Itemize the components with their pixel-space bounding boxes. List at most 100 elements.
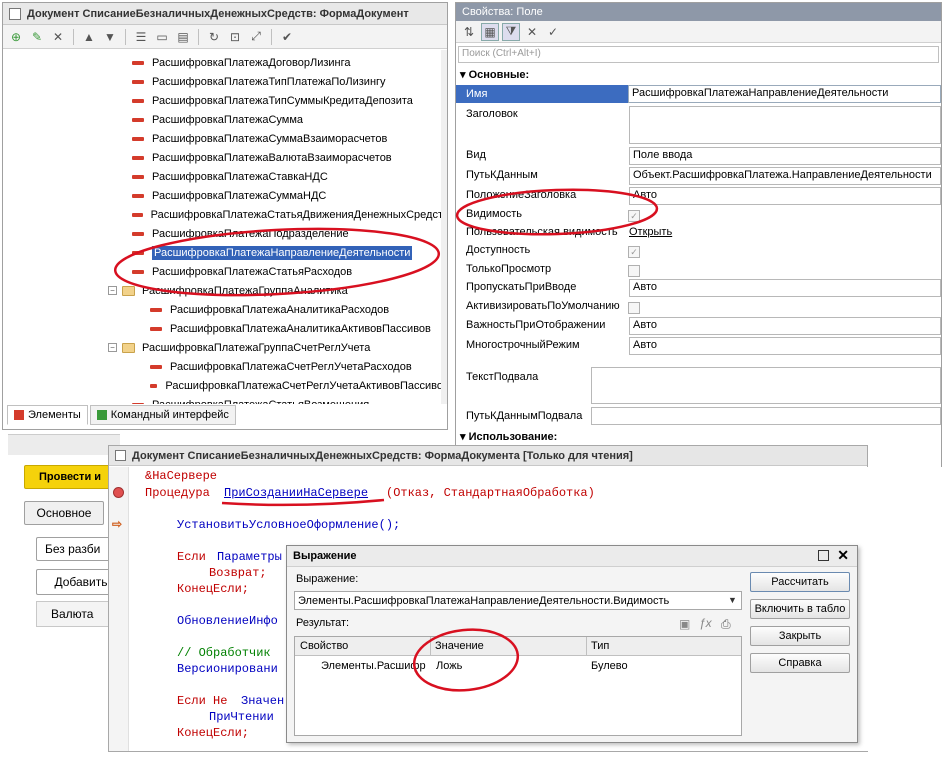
apply-icon[interactable]: ✓ [544,23,562,41]
field-icon [132,250,144,255]
check-structure-icon[interactable]: ⊡ [226,28,244,46]
tree-field-item[interactable]: РасшифровкаПлатежаАналитикаАктивовПассив… [3,319,443,338]
properties-search-input[interactable]: Поиск (Ctrl+Alt+I) [458,46,939,63]
tab-main-button[interactable]: Основное [24,501,104,525]
prop-header-value[interactable] [629,106,941,144]
prop-footer-text-value[interactable] [591,367,941,404]
close-button[interactable]: Закрыть [750,626,850,646]
tree-field-item[interactable]: РасшифровкаПлатежаСуммаНДС [3,186,443,205]
expression-dialog: Выражение ✕ Выражение: Элементы.Расшифро… [286,545,858,743]
layout-icon[interactable]: ▤ [174,28,192,46]
prop-datapath-value[interactable]: Объект.РасшифровкаПлатежа.НаправлениеДея… [629,167,941,185]
tab-command-interface[interactable]: Командный интерфейс [89,405,236,425]
prop-skip-input-label: ПропускатьПриВводе [466,281,577,293]
tree-item-label: РасшифровкаПлатежаГруппаСчетРеглУчета [142,341,371,354]
collapse-icon[interactable]: − [108,343,117,352]
tree-field-item[interactable]: РасшифровкаПлатежаСтатьяРасходов [3,262,443,281]
help-button[interactable]: Справка [750,653,850,673]
prop-enabled-checkbox[interactable]: ✓ [628,246,640,258]
result-settings-icon[interactable]: ▣ [679,617,690,631]
prop-header-position-value[interactable]: Авто [629,187,941,205]
prop-footer-path-value[interactable] [591,407,941,425]
list-icon[interactable]: ☰ [132,28,150,46]
tree-field-item[interactable]: РасшифровкаПлатежаПодразделение [3,224,443,243]
tree-item-label: РасшифровкаПлатежаСтавкаНДС [152,170,328,183]
tree-field-item[interactable]: РасшифровкаПлатежаСуммаВзаиморасчетов [3,129,443,148]
filter-icon[interactable]: ⧩ [502,22,520,41]
element-tree-scrollbar[interactable] [441,50,447,404]
tree-field-item[interactable]: РасшифровкаПлатежаСтавкаНДС [3,167,443,186]
field-icon [132,98,144,103]
tree-field-item[interactable]: РасшифровкаПлатежаТипПлатежаПоЛизингу [3,72,443,91]
tree-field-item[interactable]: РасшифровкаПлатежаСчетРеглУчетаРасходов [3,357,443,376]
close-dialog-icon[interactable]: ✕ [837,547,849,564]
expand-icon[interactable]: ⤢ [247,28,265,46]
tree-field-item[interactable]: РасшифровкаПлатежаТипСуммыКредитаДепозит… [3,91,443,110]
prop-multiline-value[interactable]: Авто [629,337,941,355]
print-icon[interactable]: ⎙ [721,617,731,632]
prop-importance-value[interactable]: Авто [629,317,941,335]
flip-icon[interactable]: ↻ [205,28,223,46]
col-value[interactable]: Значение [435,640,484,652]
tree-group-item[interactable]: − РасшифровкаПлатежаГруппаСчетРеглУчета [3,338,443,357]
tree-item-label: РасшифровкаПлатежаСтатьяРасходов [152,265,353,278]
function-icon[interactable]: ƒx [699,616,712,630]
module-icon [115,450,126,461]
prop-skip-input-value[interactable]: Авто [629,279,941,297]
tree-field-item[interactable]: РасшифровкаПлатежаВалютаВзаиморасчетов [3,148,443,167]
code-return: Возврат; [209,566,267,580]
add-icon[interactable]: ⊕ [7,28,25,46]
monitor-icon[interactable]: ▭ [153,28,171,46]
tree-item-label: РасшифровкаПлатежаСтатьяВозмещения [152,399,369,405]
prop-name-label: Имя [466,88,488,100]
col-type[interactable]: Тип [591,640,609,652]
categorize-icon[interactable]: ▦ [481,22,499,41]
calculate-button[interactable]: Рассчитать [750,572,850,592]
result-grid-header: Свойство Значение Тип [295,637,741,656]
dropdown-arrow-icon[interactable]: ▼ [726,594,739,607]
sort-alpha-icon[interactable]: ⇅ [460,23,478,41]
tree-item-label: РасшифровкаПлатежаСуммаВзаиморасчетов [152,132,388,145]
tree-item-label: РасшифровкаПлатежаСуммаНДС [152,189,327,202]
code-endif-1: КонецЕсли; [177,582,250,596]
col-property[interactable]: Свойство [300,640,348,652]
prop-user-visibility-link[interactable]: Открыть [629,226,672,238]
prop-enabled-label: Доступность [466,244,531,256]
field-icon [132,231,144,236]
prop-visible-checkbox[interactable]: ✓ [628,210,640,222]
tree-item-label: РасшифровкаПлатежаАналитикаАктивовПассив… [170,322,431,335]
prop-activate-default-checkbox[interactable] [628,302,640,314]
tree-field-item[interactable]: РасшифровкаПлатежаСчетРеглУчетаАктивовПа… [3,376,443,395]
move-down-icon[interactable]: ▼ [101,28,119,46]
tree-field-item[interactable]: РасшифровкаПлатежаАналитикаРасходов [3,300,443,319]
section-usage[interactable]: ▾ Использование: [460,430,557,443]
tree-field-item[interactable]: РасшифровкаПлатежаСтатьяВозмещения [3,395,443,404]
tree-group-item[interactable]: − РасшифровкаПлатежаГруппаАналитика [3,281,443,300]
expression-dialog-title: Выражение [293,550,357,562]
field-icon [132,136,144,141]
edit-icon[interactable]: ✎ [28,28,46,46]
tree-field-item[interactable]: РасшифровкаПлатежаСумма [3,110,443,129]
breakpoint-icon[interactable] [113,487,124,498]
result-property: Элементы.Расшифр [321,660,426,672]
prop-readonly-checkbox[interactable] [628,265,640,277]
maximize-icon[interactable] [818,550,829,561]
field-icon [132,79,144,84]
tree-field-item[interactable]: РасшифровкаПлатежаНаправлениеДеятельност… [3,243,443,262]
include-in-board-button[interactable]: Включить в табло [750,599,850,619]
prop-name-row[interactable]: Имя РасшифровкаПлатежаНаправлениеДеятель… [456,85,941,103]
checkmark-icon[interactable]: ✔ [278,28,296,46]
tab-elements[interactable]: Элементы [7,405,88,425]
prop-kind-value[interactable]: Поле ввода [629,147,941,165]
result-row[interactable]: Элементы.Расшифр Ложь Булево [295,656,741,675]
form-editor-title-bar: Документ СписаниеБезналичныхДенежныхСред… [3,3,447,25]
delete-icon[interactable]: ✕ [49,28,67,46]
prop-name-value[interactable]: РасшифровкаПлатежаНаправлениеДеятельност… [628,85,941,103]
move-up-icon[interactable]: ▲ [80,28,98,46]
close-icon[interactable]: ✕ [523,23,541,41]
tree-field-item[interactable]: РасшифровкаПлатежаДоговорЛизинга [3,53,443,72]
collapse-icon[interactable]: − [108,286,117,295]
section-main[interactable]: ▾ Основные: [460,68,529,81]
tree-field-item[interactable]: РасшифровкаПлатежаСтатьяДвиженияДенежных… [3,205,443,224]
expression-input[interactable]: Элементы.РасшифровкаПлатежаНаправлениеДе… [294,591,742,610]
